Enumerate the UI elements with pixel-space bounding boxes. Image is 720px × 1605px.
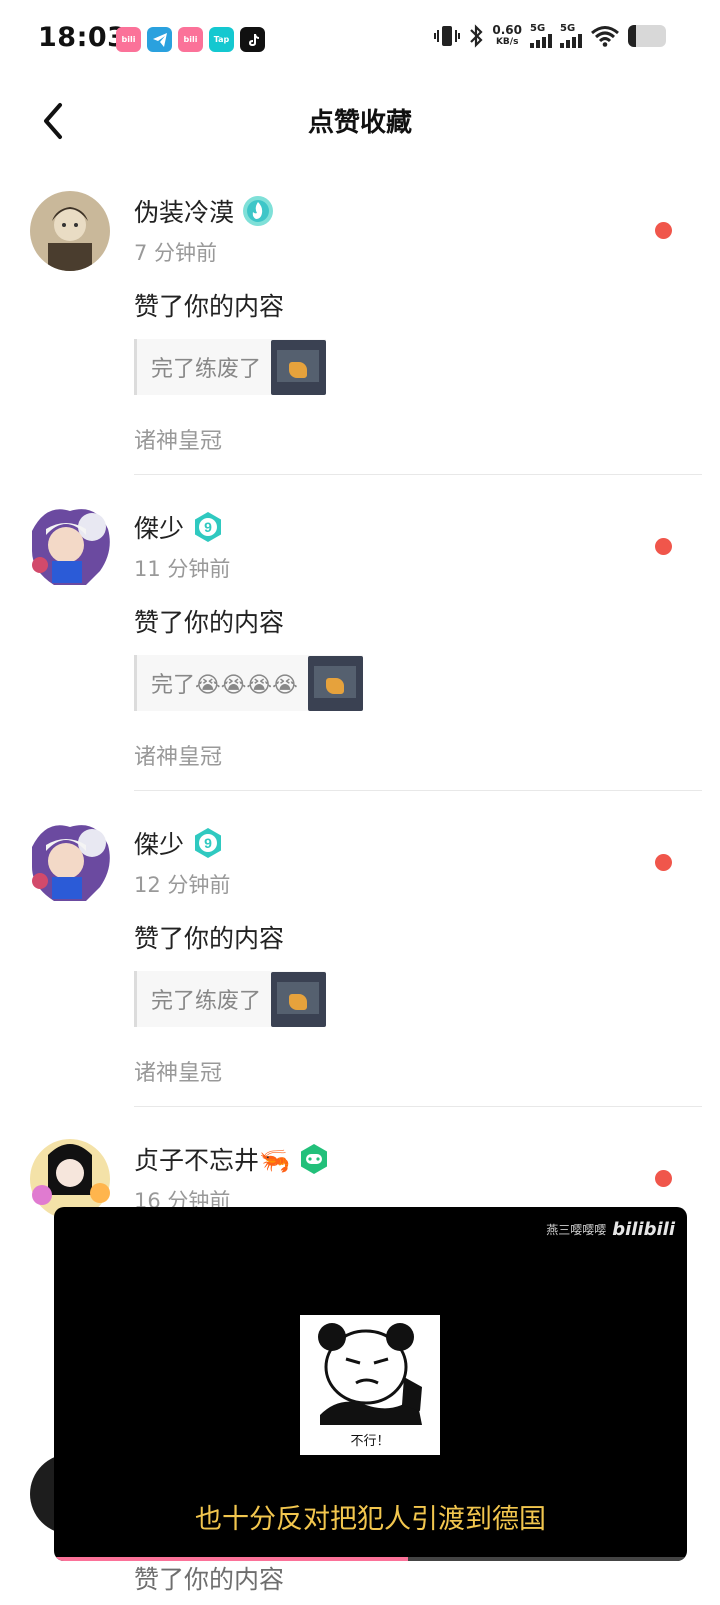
bilibili-logo-icon: bilibili <box>612 1219 675 1240</box>
action-text: 赞了你的内容 <box>134 1565 285 1594</box>
level-9-badge-icon: 9 <box>192 827 224 859</box>
timestamp: 11 分钟前 <box>134 557 231 581</box>
telegram-icon <box>147 27 172 52</box>
battery-icon <box>628 25 666 47</box>
unread-dot <box>655 854 672 871</box>
status-bar: 18:03 bili bili Tap 0.60 KB/s 5G 5G <box>0 0 720 80</box>
content-thumbnail <box>271 971 327 1027</box>
divider <box>134 474 702 475</box>
taptap-icon: Tap <box>209 27 234 52</box>
quote-text: 完了练废了 <box>151 357 262 382</box>
signal-sim1: 5G <box>530 24 552 48</box>
video-watermark: 燕三嘤嘤嘤 bilibili <box>546 1219 675 1240</box>
user-name[interactable]: 贞子不忘井🦐 <box>134 1141 290 1177</box>
divider <box>134 790 702 791</box>
watermark-user: 燕三嘤嘤嘤 <box>546 1223 607 1237</box>
notification-item[interactable]: 伪装冷漠 7 分钟前 赞了你的内容 完了练废了 诸神皇冠 <box>0 191 720 507</box>
notification-app-icons: bili bili Tap <box>116 27 265 52</box>
user-name[interactable]: 傑少 <box>134 825 184 861</box>
quoted-content[interactable]: 完了练废了 <box>134 339 327 395</box>
action-text: 赞了你的内容 <box>134 924 285 953</box>
svg-text:9: 9 <box>204 835 212 851</box>
level-flame-badge-icon <box>242 195 274 227</box>
system-icons: 0.60 KB/s 5G 5G <box>434 24 666 48</box>
video-subtitle: 也十分反对把犯人引渡到德国 <box>195 1504 546 1535</box>
divider <box>134 1106 702 1107</box>
avatar[interactable] <box>26 501 114 589</box>
video-progress-bar[interactable] <box>54 1557 687 1561</box>
action-text: 赞了你的内容 <box>134 608 285 637</box>
avatar[interactable] <box>30 191 110 271</box>
user-name[interactable]: 傑少 <box>134 509 184 545</box>
video-progress-fill <box>54 1557 409 1561</box>
bilibili-icon: bili <box>116 27 141 52</box>
avatar[interactable] <box>26 817 114 905</box>
page-title: 点赞收藏 <box>307 108 412 138</box>
unread-dot <box>655 222 672 239</box>
notification-item[interactable]: 傑少 9 11 分钟前 赞了你的内容 完了😭😭😭😭 诸神皇冠 <box>0 501 720 823</box>
source-label[interactable]: 诸神皇冠 <box>134 739 222 771</box>
notification-item[interactable]: 傑少 9 12 分钟前 赞了你的内容 完了练废了 诸神皇冠 <box>0 817 720 1139</box>
content-thumbnail <box>271 339 327 395</box>
network-speed: 0.60 KB/s <box>492 23 522 47</box>
level-9-badge-icon: 9 <box>192 511 224 543</box>
quoted-content[interactable]: 完了😭😭😭😭 <box>134 655 363 711</box>
header: 点赞收藏 <box>0 80 720 162</box>
source-label[interactable]: 诸神皇冠 <box>134 423 222 455</box>
quoted-content[interactable]: 完了练废了 <box>134 971 327 1027</box>
source-label[interactable]: 诸神皇冠 <box>134 1055 222 1087</box>
timestamp: 7 分钟前 <box>134 241 218 265</box>
quote-text: 完了练废了 <box>151 989 262 1014</box>
wifi-icon <box>591 26 619 47</box>
gamepad-badge-icon <box>298 1143 330 1175</box>
bluetooth-icon <box>470 24 483 48</box>
unread-dot <box>655 1170 672 1187</box>
content-thumbnail <box>307 655 363 711</box>
status-time: 18:03 <box>38 22 127 53</box>
panda-meme-image: 不行！ <box>300 1315 440 1455</box>
svg-text:9: 9 <box>204 519 212 535</box>
signal-sim2: 5G <box>560 24 582 48</box>
tiktok-icon <box>240 27 265 52</box>
action-text: 赞了你的内容 <box>134 292 285 321</box>
timestamp: 12 分钟前 <box>134 873 231 897</box>
vibrate-icon <box>434 26 461 46</box>
quote-text: 完了😭😭😭😭 <box>151 673 298 698</box>
floating-video-player[interactable]: 燕三嘤嘤嘤 bilibili 不行！ 也十分反对把犯人引渡到德国 <box>54 1207 687 1561</box>
meme-caption: 不行！ <box>350 1434 390 1449</box>
bilibili-icon: bili <box>178 27 203 52</box>
user-name[interactable]: 伪装冷漠 <box>134 193 234 229</box>
unread-dot <box>655 538 672 555</box>
